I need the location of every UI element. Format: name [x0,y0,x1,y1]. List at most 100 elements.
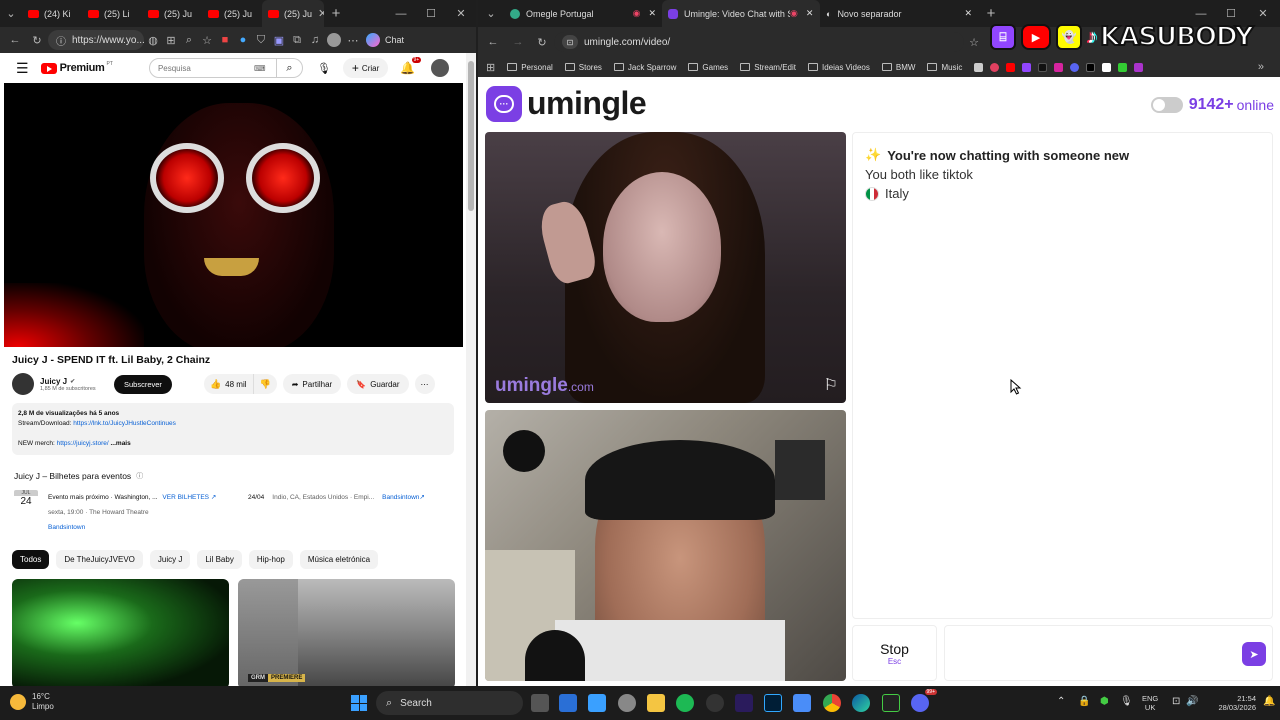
reload-icon[interactable]: ↻ [26,34,48,47]
merch-link[interactable]: https://juicyj.store/ [57,440,109,447]
page-scrollbar[interactable] [466,53,476,686]
search-input[interactable] [157,63,254,73]
zoom-icon[interactable]: ⌕ [180,34,198,47]
bookmark-icon-4[interactable] [1102,62,1112,72]
new-tab-button[interactable]: + [324,5,348,22]
bookmark-stream-edit[interactable]: Stream/Edit [740,63,796,72]
bookmark-stores[interactable]: Stores [564,63,602,72]
mic-icon[interactable]: 🎙 [317,62,331,75]
video-player[interactable] [4,83,463,347]
extension-blue-icon[interactable]: ● [234,34,252,46]
discord-icon[interactable]: 99+ [911,689,937,712]
chip-electronic[interactable]: Música eletrónica [299,550,379,569]
bookmark-star-icon[interactable]: ☆ [198,34,216,47]
more-menu-icon[interactable]: ⋯ [344,34,362,47]
channel-avatar[interactable] [12,373,34,395]
notepad-icon[interactable] [793,694,811,712]
event-1[interactable]: Evento mais próximo · Washington, ... VE… [48,490,238,535]
forward-icon[interactable]: → [506,36,530,48]
left-tab-5[interactable]: (25) Ju ✕ [262,0,324,27]
like-button[interactable]: 👍 48 mil [203,374,253,394]
description-box[interactable]: 2,8 M de visualizações há 5 anos Stream/… [12,403,454,455]
scrollbar-thumb[interactable] [468,61,474,211]
left-tab-3[interactable]: (25) Ju [142,0,202,27]
left-tab-1[interactable]: (24) Ki [22,0,82,27]
minimize-icon[interactable]: — [1186,8,1216,20]
chip-channel[interactable]: De TheJuicyJVEVO [56,550,143,569]
share-button[interactable]: ➦ Partilhar [282,374,342,394]
tray-mic-icon[interactable]: 🎙 [1120,696,1133,707]
close-tab-icon[interactable]: ✕ [648,8,656,19]
copilot-chat-button[interactable]: Chat [366,33,404,47]
chat-message-input[interactable]: ➤ [944,625,1273,681]
bookmark-icon-2[interactable] [990,62,1000,72]
save-button[interactable]: 🔖 Guardar [347,374,409,394]
account-avatar[interactable] [431,59,450,77]
notifications-icon[interactable]: 🔔 9+ [400,57,422,75]
maximize-icon[interactable]: ☐ [1216,7,1246,20]
info-icon[interactable]: ⓘ [136,471,143,481]
tab-umingle[interactable]: Umingle: Video Chat with S ◉ ✕ [662,0,820,27]
right-address-bar[interactable]: ⊡ umingle.com/video/ [554,32,964,52]
search-button[interactable]: ⌕ [276,58,303,78]
tray-app-icon[interactable]: 🔒 [1078,696,1090,707]
mode-toggle[interactable] [1150,97,1183,113]
related-video-thumbnail-1[interactable] [12,579,229,686]
premiere-pro-icon[interactable] [735,694,753,712]
bookmark-bmw[interactable]: BMW [881,63,915,72]
apps-icon[interactable]: ⊞ [162,34,180,47]
close-tab-icon[interactable]: ✕ [964,8,972,19]
bookmark-icon-1[interactable] [974,62,984,72]
more-actions-button[interactable]: ⋯ [414,374,435,394]
tab-new[interactable]: ◐ Novo separador ✕ [820,0,978,27]
bookmark-music[interactable]: Music [927,63,962,72]
left-tab-4[interactable]: (25) Ju [202,0,262,27]
left-address-bar[interactable]: ⓘ https://www.yo... [48,30,145,50]
apps-grid-icon[interactable]: ⊞ [486,61,495,74]
tiktok-bookmark-icon[interactable] [1038,62,1048,72]
stream-link[interactable]: https://lnk.to/JuicyJHustleContinues [73,420,176,427]
tray-overflow-icon[interactable]: ⌃ [1057,696,1065,707]
bookmark-icon-3[interactable] [1070,62,1080,72]
chip-lil-baby[interactable]: Lil Baby [197,550,242,569]
language-indicator[interactable]: ENG UK [1142,694,1158,712]
more-bookmarks-icon[interactable]: » [1258,61,1264,73]
task-view-icon[interactable] [531,694,549,712]
bookmark-icon-6[interactable] [1134,62,1144,72]
spotify-icon[interactable] [676,694,694,712]
photoshop-icon[interactable] [764,694,782,712]
weather-widget[interactable]: 16°C Limpo [10,692,54,712]
taskbar-search[interactable]: ⌕ Search [376,691,523,715]
bookmark-games[interactable]: Games [688,63,728,72]
bookmark-star-icon[interactable]: ☆ [964,36,984,49]
chip-all[interactable]: Todos [12,550,50,569]
report-flag-icon[interactable]: ⚐ [824,375,838,395]
tickets-link[interactable]: VER BILHETES [162,494,209,501]
tray-shield-icon[interactable]: ⬢ [1100,696,1109,707]
keyboard-icon[interactable]: ⌨ [254,64,266,73]
bookmark-ideias-videos[interactable]: Ideias Videos [807,63,870,72]
menu-icon[interactable]: ☰ [16,60,29,77]
umingle-logo[interactable]: ··· umingle [486,85,647,122]
twitch-bookmark-icon[interactable] [1022,62,1032,72]
reload-icon[interactable]: ↻ [530,36,554,49]
back-icon[interactable]: ← [480,36,506,48]
x-bookmark-icon[interactable] [1086,62,1096,72]
chip-juicy-j[interactable]: Juicy J [149,550,191,569]
chrome-icon[interactable] [823,694,841,712]
event2-source-link[interactable]: Bandsintown [382,490,419,505]
instagram-bookmark-icon[interactable] [1054,62,1064,72]
obs-icon[interactable] [706,694,724,712]
puzzle-icon[interactable]: ⧉ [288,34,306,47]
youtube-logo-icon[interactable] [40,62,57,74]
subscribe-button[interactable]: Subscrever [114,374,172,394]
stop-button[interactable]: Stop Esc [852,625,937,681]
tab-list-icon[interactable]: ⌄ [0,7,22,20]
shield-icon[interactable]: ⛉ [252,34,270,47]
event-source-link[interactable]: Bandsintown [48,520,238,535]
tab-list-icon[interactable]: ⌄ [478,7,504,20]
event-2[interactable]: 24/04 Indio, CA, Estados Unidos · Empi..… [248,490,458,505]
media-icon[interactable]: ♫ [306,34,324,46]
site-info-icon[interactable]: ⊡ [562,35,578,49]
related-video-thumbnail-2[interactable]: GRM PREMIERE [238,579,455,686]
